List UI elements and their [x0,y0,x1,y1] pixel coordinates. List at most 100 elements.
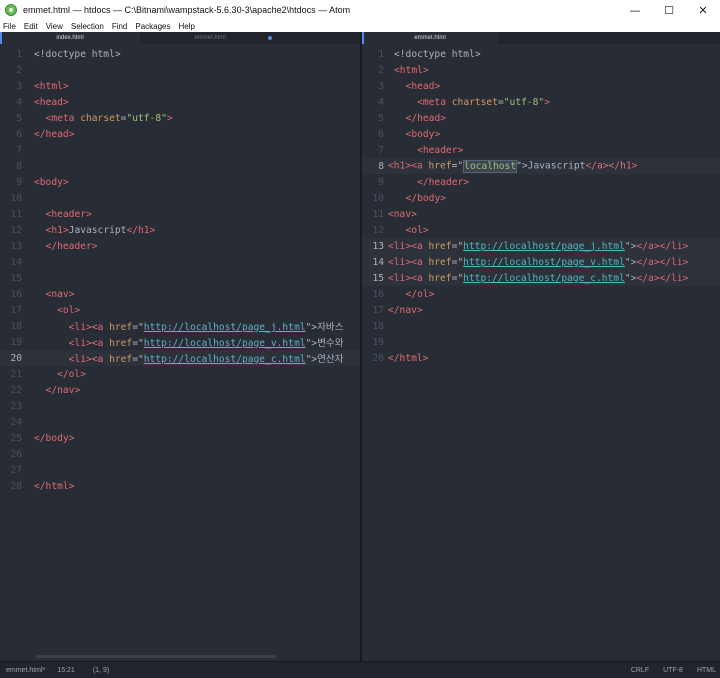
line-number: 23 [10,400,22,412]
line-number: 13 [372,240,384,252]
code-token: 자바스 [317,322,344,333]
line-number: 20 [10,352,22,364]
code-line: 26 [0,446,360,462]
code-token: <a [411,272,423,284]
status-bar: emmet.html* 15:21 (1, 9) CRLF UTF-8 HTML [0,661,720,678]
code-token: </body> [34,432,75,444]
code-token: </h1> [608,160,638,172]
line-number: 16 [10,288,22,300]
right-code-editor[interactable]: 1 <!doctype html> 2 <html> 3 <head> 4 <met… [362,44,720,661]
current-code-line: 20 <li><a href="http://localhost/page_c.… [0,350,360,366]
code-line: 24 [0,414,360,430]
code-line: 2 <html> [362,62,720,78]
code-line: 22 </nav> [0,382,360,398]
code-token: <!doctype html> [394,48,481,60]
menu-edit[interactable]: Edit [24,22,38,31]
code-line: 3 <head> [362,78,720,94]
menu-view[interactable]: View [46,22,63,31]
horizontal-scrollbar[interactable] [36,655,276,658]
code-token: <header> [417,144,464,156]
line-number: 15 [372,272,384,284]
tab-emmet-html[interactable]: emmet.html [140,32,280,44]
code-line: 3 <html> [0,78,360,94]
status-file-name[interactable]: emmet.html* [6,667,45,674]
line-number: 15 [10,272,22,284]
code-line: 5 <meta charset="utf-8"> [0,110,360,126]
line-number: 14 [10,256,22,268]
code-token: <a [411,256,423,268]
menu-packages[interactable]: Packages [135,22,170,31]
line-number: 28 [10,480,22,492]
line-number: 8 [16,160,22,172]
code-token: 변수와 [317,338,344,349]
menu-file[interactable]: File [3,22,16,31]
status-cursor-position[interactable]: 15:21 [57,667,75,674]
code-token: </a> [636,272,660,284]
menu-find[interactable]: Find [112,22,128,31]
line-number: 19 [10,336,22,348]
code-token: href [428,240,452,252]
maximize-button[interactable]: ☐ [652,0,686,20]
code-link[interactable]: http://localhost/page_v.html [463,257,625,268]
tab-index-html[interactable]: index.html [0,32,140,44]
code-token: "utf-8" [126,112,167,124]
status-grammar[interactable]: HTML [697,667,716,674]
code-token: </html> [388,352,429,364]
line-number: 21 [10,368,22,380]
code-token: </a> [585,160,609,172]
line-number: 19 [372,336,384,348]
code-token: href [428,272,452,284]
code-link[interactable]: http://localhost/page_v.html [144,338,306,349]
code-token: <li> [388,240,412,252]
code-line: 6 <body> [362,126,720,142]
left-code-editor[interactable]: 1 <!doctype html> 2 3 <html> 4 <head> 5 <me… [0,44,360,661]
line-number: 18 [10,320,22,332]
code-line: 16 <nav> [0,286,360,302]
code-token: href [109,338,133,349]
code-line: 17 </nav> [362,302,720,318]
code-line: 11 <header> [0,206,360,222]
minimize-button[interactable]: — [618,0,652,20]
code-line: 17 <ol> [0,302,360,318]
code-link[interactable]: http://localhost/page_c.html [144,354,306,365]
line-number: 24 [10,416,22,428]
code-link[interactable]: http://localhost/page_j.html [144,322,306,333]
code-token: "utf-8" [503,96,545,108]
code-link[interactable]: http://localhost/page_j.html [463,241,625,252]
code-token: <li> [388,256,412,268]
line-number: 18 [372,320,384,332]
status-line-ending[interactable]: CRLF [631,667,649,674]
code-line: 18 [362,318,720,334]
line-number: 11 [10,208,22,220]
line-number: 17 [372,304,384,316]
line-number: 8 [378,160,384,172]
menu-help[interactable]: Help [179,22,195,31]
code-token: </head> [405,112,446,124]
tab-emmet-html[interactable]: emmet.html [362,32,498,44]
selected-text[interactable]: localhost [463,159,518,173]
code-link[interactable]: http://localhost/page_c.html [463,273,625,284]
close-button[interactable]: ✕ [686,0,720,20]
code-token: <body> [34,176,69,188]
menu-bar: File Edit View Selection Find Packages H… [0,20,720,32]
code-token: <ol> [57,304,81,316]
code-token: <nav> [388,208,417,220]
code-token: <a [91,322,104,333]
code-token: <li> [388,272,412,284]
menu-selection[interactable]: Selection [71,22,104,31]
current-code-line: 14 <li><a href="http://localhost/page_v.h… [362,254,720,270]
status-right-group: CRLF UTF-8 HTML [617,662,716,678]
code-token: </nav> [388,304,423,316]
code-token: <nav> [45,288,75,300]
code-token: </body> [405,192,446,204]
status-encoding[interactable]: UTF-8 [663,667,683,674]
code-line: 5 </head> [362,110,720,126]
code-token: </ol> [57,368,86,380]
line-number: 17 [10,304,22,316]
code-token: </nav> [45,384,81,396]
code-token: <header> [45,208,92,220]
code-token: <head> [405,80,441,92]
code-token: <ol> [405,224,429,236]
line-number: 2 [378,64,384,76]
right-tab-bar: emmet.html [362,32,720,44]
